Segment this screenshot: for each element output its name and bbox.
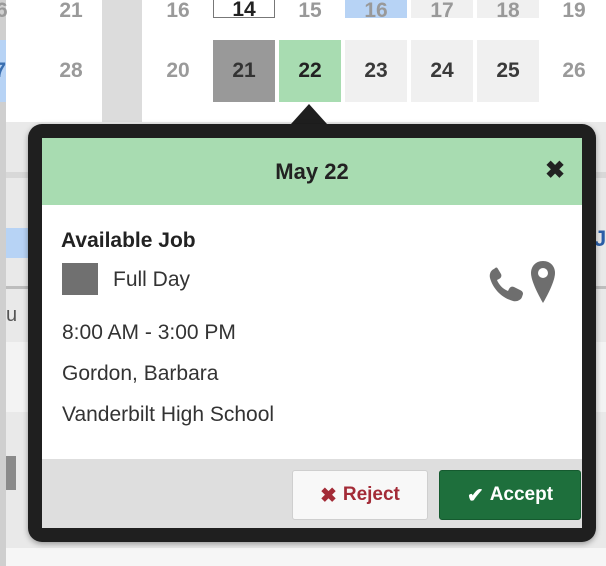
x-icon: ✖ xyxy=(320,484,337,507)
job-popover: May 22 ✖ Available Job Full Day 8:00 AM … xyxy=(28,124,596,542)
background-highlight xyxy=(6,228,28,258)
calendar-day[interactable]: 14 xyxy=(213,0,275,18)
calendar-day-active[interactable]: 22 xyxy=(279,40,341,102)
calendar-day[interactable]: 23 xyxy=(345,40,407,102)
calendar-day[interactable]: 27 xyxy=(0,40,6,102)
map-pin-icon[interactable] xyxy=(529,259,557,305)
background-text-fragment: u xyxy=(6,304,18,326)
job-contact-name: Gordon, Barbara xyxy=(62,362,219,385)
checkmark-icon: ✔ xyxy=(466,484,484,507)
close-icon[interactable]: ✖ xyxy=(542,156,568,186)
popover-header: May 22 ✖ xyxy=(42,138,582,205)
phone-icon[interactable] xyxy=(486,265,526,305)
job-heading: Available Job xyxy=(61,229,196,252)
calendar-day[interactable]: 20 xyxy=(147,40,209,102)
accept-button-label: Accept xyxy=(489,484,554,505)
duration-color-swatch xyxy=(62,263,98,295)
reject-button-label: Reject xyxy=(342,484,400,505)
calendar-day[interactable]: 21 xyxy=(40,0,102,18)
background-block xyxy=(6,456,16,490)
calendar-day[interactable]: 26 xyxy=(543,40,605,102)
calendar-day-selected[interactable]: 21 xyxy=(213,40,275,102)
calendar-main-month: 16 14 15 16 17 18 19 20 21 22 23 24 25 2… xyxy=(142,0,606,122)
calendar-left-month: 16 21 27 28 xyxy=(0,0,103,122)
calendar-day[interactable]: 17 xyxy=(411,0,473,18)
calendar-day[interactable]: 25 xyxy=(477,40,539,102)
calendar-day[interactable]: 16 xyxy=(0,0,16,18)
calendar-day[interactable]: 16 xyxy=(345,0,407,18)
calendar-day[interactable]: 19 xyxy=(543,0,605,18)
calendar-day[interactable]: 15 xyxy=(279,0,341,18)
calendar-day[interactable]: 16 xyxy=(147,0,209,18)
accept-button[interactable]: ✔ Accept xyxy=(439,470,581,520)
job-duration: Full Day xyxy=(113,268,191,291)
background-row xyxy=(6,548,606,566)
popover-footer: ✖ Reject ✔ Accept xyxy=(42,459,582,528)
calendar-day[interactable]: 18 xyxy=(477,0,539,18)
popover-arrow xyxy=(291,104,327,124)
job-time-range: 8:00 AM - 3:00 PM xyxy=(62,321,236,344)
popover-body: Available Job Full Day 8:00 AM - 3:00 PM… xyxy=(42,205,582,459)
calendar-day[interactable]: 24 xyxy=(411,40,473,102)
job-location: Vanderbilt High School xyxy=(62,403,275,426)
calendar-day[interactable]: 28 xyxy=(40,40,102,102)
reject-button[interactable]: ✖ Reject xyxy=(292,470,428,520)
popover-date-title: May 22 xyxy=(275,158,349,184)
calendar-divider xyxy=(102,0,142,122)
popover-content: May 22 ✖ Available Job Full Day 8:00 AM … xyxy=(42,138,582,528)
